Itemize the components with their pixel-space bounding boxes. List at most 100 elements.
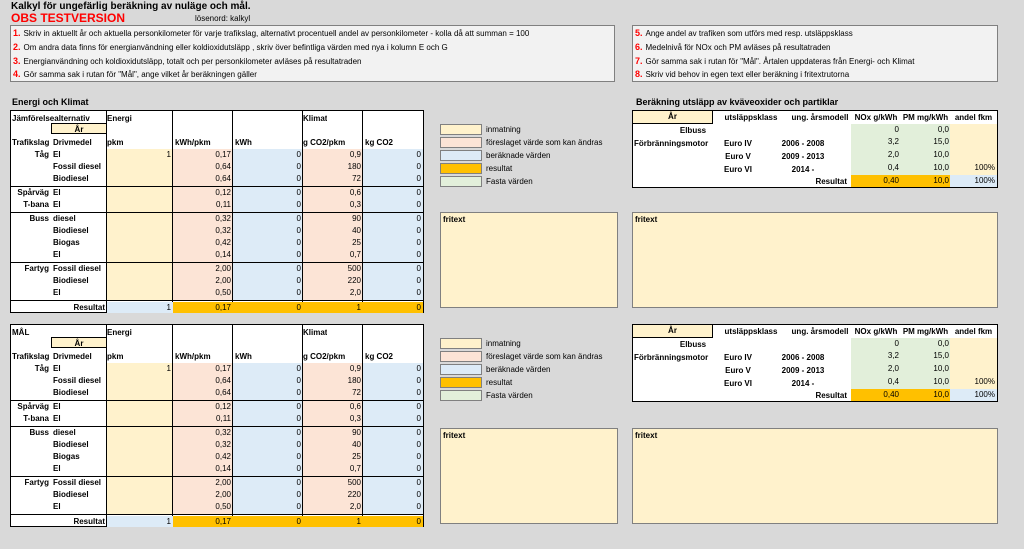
kwh-per-pkm-value[interactable]: 2,00	[173, 477, 233, 489]
pkm-input[interactable]	[107, 477, 173, 489]
gco2-per-pkm-value[interactable]: 500	[303, 263, 363, 275]
kgco2-value: 0	[363, 199, 423, 213]
kwh-per-pkm-value[interactable]: 0,50	[173, 501, 233, 515]
gco2-per-pkm-value[interactable]: 500	[303, 477, 363, 489]
gco2-per-pkm-value[interactable]: 90	[303, 213, 363, 225]
kwh-per-pkm-value[interactable]: 0,11	[173, 413, 233, 427]
gco2-per-pkm-value[interactable]: 2,0	[303, 287, 363, 301]
kwh-per-pkm-value[interactable]: 0,17	[173, 363, 233, 375]
andel-input[interactable]	[950, 149, 997, 162]
fritext-emissions-goal[interactable]: fritext	[632, 428, 998, 524]
kwh-per-pkm-value[interactable]: 2,00	[173, 263, 233, 275]
emissions-year-input[interactable]: År	[633, 111, 713, 124]
gco2-per-pkm-value[interactable]: 0,6	[303, 401, 363, 413]
gco2-per-pkm-value[interactable]: 0,3	[303, 199, 363, 213]
kwh-per-pkm-value[interactable]: 0,14	[173, 463, 233, 477]
pkm-input[interactable]	[107, 213, 173, 225]
pkm-input[interactable]	[107, 173, 173, 187]
gco2-per-pkm-value[interactable]: 0,3	[303, 413, 363, 427]
fritext-energy-goal[interactable]: fritext	[440, 428, 618, 524]
kwh-per-pkm-value[interactable]: 0,64	[173, 375, 233, 387]
gco2-per-pkm-value[interactable]: 25	[303, 451, 363, 463]
col-header-trafikslag: Trafikslag	[12, 138, 50, 147]
pkm-input[interactable]	[107, 387, 173, 401]
kwh-per-pkm-value[interactable]: 2,00	[173, 275, 233, 287]
col-header-kwhpkm: kWh/pkm	[175, 352, 211, 361]
kwh-value: 0	[233, 451, 303, 463]
gco2-per-pkm-value[interactable]: 2,0	[303, 501, 363, 515]
elbuss-andel-input[interactable]	[950, 338, 997, 350]
andel-input[interactable]: 100%	[950, 376, 997, 389]
gco2-per-pkm-value[interactable]: 72	[303, 387, 363, 401]
gco2-per-pkm-value[interactable]: 0,6	[303, 187, 363, 199]
gco2-per-pkm-value[interactable]: 180	[303, 161, 363, 173]
pkm-input[interactable]	[107, 187, 173, 199]
elbuss-andel-input[interactable]	[950, 124, 997, 136]
pkm-input[interactable]	[107, 413, 173, 427]
gco2-per-pkm-value[interactable]: 220	[303, 275, 363, 287]
pkm-input[interactable]: 1	[107, 363, 173, 375]
kwh-per-pkm-value[interactable]: 0,32	[173, 213, 233, 225]
pkm-input[interactable]	[107, 287, 173, 301]
kwh-per-pkm-value[interactable]: 0,12	[173, 401, 233, 413]
row-trafikslag: Tåg	[34, 364, 49, 373]
kwh-per-pkm-value[interactable]: 0,11	[173, 199, 233, 213]
kwh-value: 0	[233, 263, 303, 275]
kwh-per-pkm-value[interactable]: 0,42	[173, 237, 233, 249]
fritext-emissions-baseline[interactable]: fritext	[632, 212, 998, 308]
kwh-per-pkm-value[interactable]: 0,50	[173, 287, 233, 301]
pkm-input[interactable]	[107, 427, 173, 439]
kwh-per-pkm-value[interactable]: 0,32	[173, 225, 233, 237]
gco2-per-pkm-value[interactable]: 25	[303, 237, 363, 249]
kwh-per-pkm-value[interactable]: 0,32	[173, 439, 233, 451]
emissions-year-input[interactable]: År	[633, 325, 713, 338]
row-drivmedel: El	[53, 288, 61, 297]
gco2-per-pkm-value[interactable]: 0,7	[303, 463, 363, 477]
pkm-input[interactable]	[107, 249, 173, 263]
pkm-input[interactable]	[107, 199, 173, 213]
gco2-per-pkm-value[interactable]: 72	[303, 173, 363, 187]
pkm-input[interactable]	[107, 237, 173, 249]
pkm-input[interactable]	[107, 451, 173, 463]
pkm-input[interactable]	[107, 275, 173, 287]
gco2-per-pkm-value[interactable]: 180	[303, 375, 363, 387]
kwh-per-pkm-value[interactable]: 0,12	[173, 187, 233, 199]
gco2-per-pkm-value[interactable]: 40	[303, 225, 363, 237]
kwh-per-pkm-value[interactable]: 0,64	[173, 387, 233, 401]
kwh-per-pkm-value[interactable]: 0,64	[173, 161, 233, 173]
pkm-input[interactable]: 1	[107, 149, 173, 161]
kwh-per-pkm-value[interactable]: 0,32	[173, 427, 233, 439]
pkm-input[interactable]	[107, 225, 173, 237]
year-input[interactable]: År	[51, 123, 107, 134]
kwh-per-pkm-value[interactable]: 0,42	[173, 451, 233, 463]
kwh-per-pkm-value[interactable]: 0,17	[173, 149, 233, 161]
kwh-per-pkm-value[interactable]: 2,00	[173, 489, 233, 501]
emissions-grid: År utsläppsklass ung. årsmodell NOx g/kWh PM…	[632, 110, 998, 188]
pkm-input[interactable]	[107, 463, 173, 477]
pkm-input[interactable]	[107, 375, 173, 387]
pkm-input[interactable]	[107, 161, 173, 173]
year-input[interactable]: År	[51, 337, 107, 348]
gco2-per-pkm-value[interactable]: 90	[303, 427, 363, 439]
kgco2-value: 0	[363, 363, 423, 375]
instructions-right: 5. Ange andel av trafiken som utförs med …	[632, 25, 998, 82]
col-header-pkm: pkm	[107, 138, 124, 147]
kwh-per-pkm-value[interactable]: 0,64	[173, 173, 233, 187]
kwh-per-pkm-value[interactable]: 0,14	[173, 249, 233, 263]
gco2-per-pkm-value[interactable]: 220	[303, 489, 363, 501]
andel-input[interactable]	[950, 363, 997, 376]
fritext-energy-baseline[interactable]: fritext	[440, 212, 618, 308]
andel-input[interactable]: 100%	[950, 162, 997, 175]
pkm-input[interactable]	[107, 401, 173, 413]
andel-input[interactable]	[950, 350, 997, 363]
gco2-per-pkm-value[interactable]: 0,9	[303, 149, 363, 161]
gco2-per-pkm-value[interactable]: 0,9	[303, 363, 363, 375]
gco2-per-pkm-value[interactable]: 40	[303, 439, 363, 451]
pkm-input[interactable]	[107, 263, 173, 275]
gco2-per-pkm-value[interactable]: 0,7	[303, 249, 363, 263]
andel-input[interactable]	[950, 136, 997, 149]
pkm-input[interactable]	[107, 489, 173, 501]
legend-fasta-swatch	[440, 176, 482, 187]
pkm-input[interactable]	[107, 501, 173, 515]
pkm-input[interactable]	[107, 439, 173, 451]
